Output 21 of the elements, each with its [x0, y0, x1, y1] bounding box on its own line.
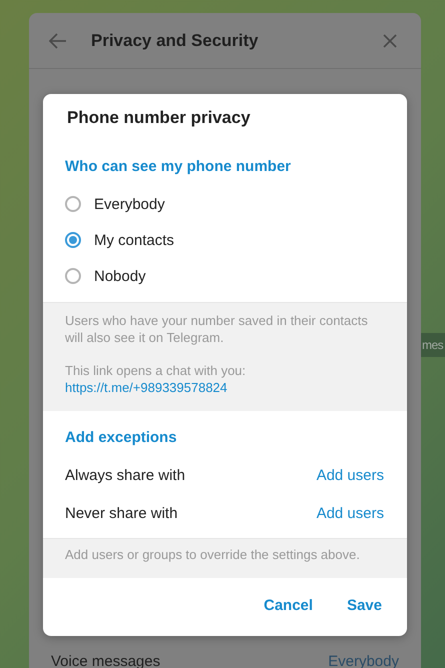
dialog-title: Phone number privacy	[66, 107, 252, 129]
radio-icon[interactable]	[65, 232, 81, 248]
radio-icon[interactable]	[65, 268, 81, 284]
add-users-link[interactable]: Add users	[316, 504, 384, 522]
cancel-button[interactable]: Cancel	[264, 597, 313, 614]
add-users-link[interactable]: Add users	[316, 466, 384, 484]
radio-icon[interactable]	[65, 196, 81, 212]
info-text: Users who have your number saved in their contacts will also see it on Telegram.	[65, 312, 369, 346]
phone-link[interactable]: https://t.me/+989339578824	[65, 380, 228, 395]
radio-option[interactable]: Everybody	[43, 186, 407, 222]
exceptions-note: Add users or groups to override the settings above.	[65, 546, 361, 563]
radio-option[interactable]: Nobody	[43, 258, 407, 294]
save-button[interactable]: Save	[346, 597, 382, 614]
exception-label: Always share with	[65, 466, 186, 484]
panel-title: Privacy and Security	[91, 30, 260, 50]
section-title: Add exceptions	[64, 428, 178, 448]
exception-label: Never share with	[65, 504, 178, 522]
chat-message-text: mes	[422, 338, 444, 352]
link-caption: This link opens a chat with you:	[65, 362, 247, 379]
radio-option[interactable]: My contacts	[43, 222, 407, 258]
section-title: Who can see my phone number	[64, 157, 292, 175]
